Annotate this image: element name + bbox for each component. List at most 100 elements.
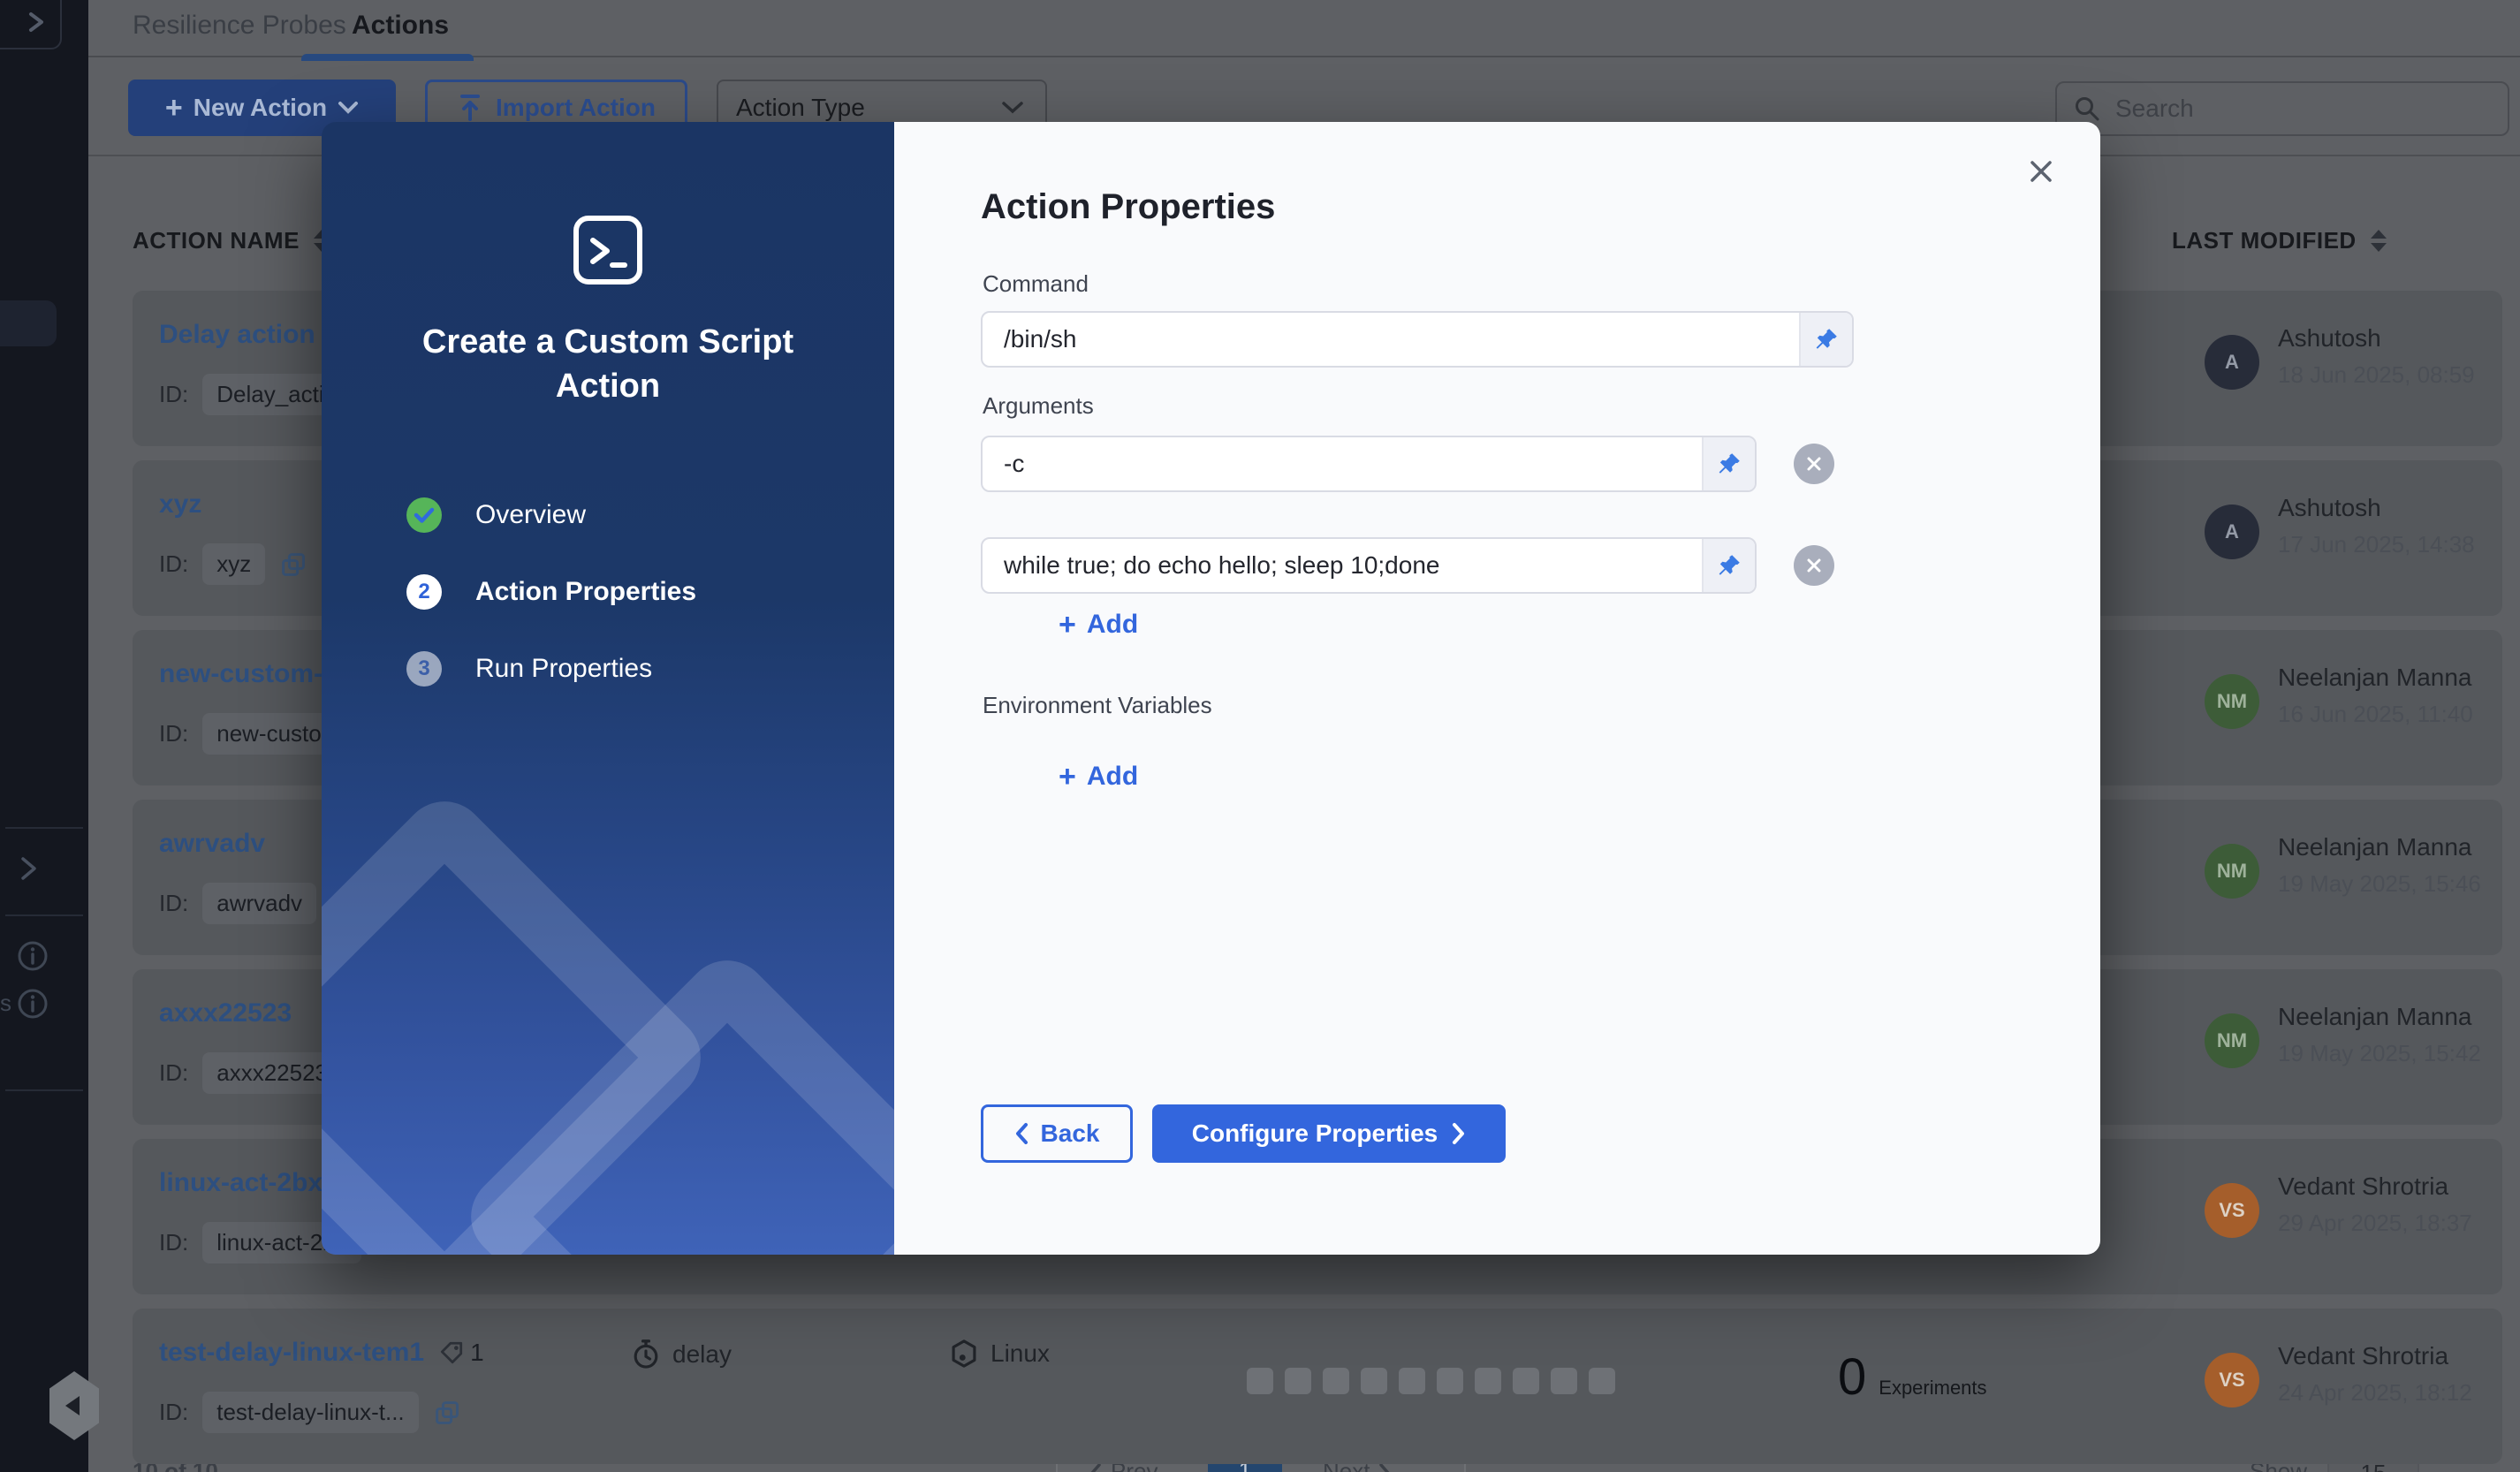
action-name-link[interactable]: linux-act-2bx — [159, 1168, 323, 1198]
avatar: NM — [2205, 674, 2259, 729]
chevron-left-icon — [1014, 1122, 1028, 1145]
copy-icon[interactable] — [279, 550, 307, 579]
modified-date: 24 Apr 2025, 18:12 — [2278, 1379, 2472, 1407]
close-icon[interactable] — [2022, 152, 2061, 191]
avatar: NM — [2205, 844, 2259, 899]
action-id-label: ID: — [159, 550, 188, 578]
app-screen: Resilience Probes Actions + New Action I… — [0, 0, 2520, 1472]
argument-input[interactable] — [983, 539, 1702, 592]
wizard-steps: Overview 2 Action Properties 3 Run Prope… — [406, 497, 696, 687]
pin-icon[interactable] — [1799, 313, 1852, 366]
command-field — [981, 311, 1854, 368]
avatar: VS — [2205, 1353, 2259, 1408]
modified-date: 16 Jun 2025, 11:40 — [2278, 701, 2473, 728]
sidebar-divider — [5, 827, 83, 829]
modified-by-name: Vedant Shrotria — [2278, 1172, 2448, 1201]
plus-icon: + — [1059, 611, 1076, 638]
upload-icon — [457, 93, 483, 123]
avatar: A — [2205, 505, 2259, 559]
modal-content: Action Properties Command Arguments — [894, 122, 2100, 1255]
modified-date: 17 Jun 2025, 14:38 — [2278, 531, 2475, 558]
environment-variables-label: Environment Variables — [983, 692, 1212, 719]
stopwatch-icon — [632, 1339, 660, 1370]
step-action-properties[interactable]: 2 Action Properties — [406, 574, 696, 610]
modified-by-name: Ashutosh — [2278, 324, 2381, 353]
action-name-link[interactable]: Delay action — [159, 320, 315, 350]
chevron-right-icon — [1452, 1122, 1466, 1145]
table-row[interactable]: test-delay-linux-tem1 1 ID: test-delay-l… — [133, 1309, 2502, 1464]
action-name-link[interactable]: awrvadv — [159, 829, 265, 859]
action-id-value: awrvadv — [202, 883, 316, 924]
action-id-label: ID: — [159, 890, 188, 917]
pin-icon[interactable] — [1702, 437, 1755, 490]
modified-by-name: Ashutosh — [2278, 494, 2381, 522]
configure-properties-button[interactable]: Configure Properties — [1152, 1104, 1506, 1163]
info-icon[interactable] — [17, 988, 49, 1020]
add-env-variable-button[interactable]: + Add — [1059, 762, 1138, 792]
tab-actions[interactable]: Actions — [352, 11, 449, 41]
action-id-value: xyz — [202, 543, 265, 585]
experiments-cell: 0 Experiments — [1838, 1347, 1987, 1407]
arguments-label: Arguments — [983, 392, 1094, 420]
command-input[interactable] — [983, 313, 1799, 366]
action-id-label: ID: — [159, 1229, 188, 1256]
tag-icon — [438, 1339, 465, 1366]
remove-argument-button[interactable] — [1794, 444, 1834, 484]
info-icon[interactable] — [17, 940, 49, 972]
avatar: VS — [2205, 1183, 2259, 1238]
experiments-label: Experiments — [1879, 1377, 1986, 1400]
active-tab-underline — [301, 54, 474, 61]
tag-count: 1 — [470, 1339, 484, 1367]
modified-date: 18 Jun 2025, 08:59 — [2278, 361, 2475, 389]
modified-by-name: Vedant Shrotria — [2278, 1342, 2448, 1370]
sidebar-divider — [5, 914, 83, 916]
action-type-label: delay — [672, 1340, 732, 1369]
step-number: 2 — [406, 574, 442, 610]
action-name-link[interactable]: axxx22523 — [159, 998, 292, 1028]
tab-resilience-probes[interactable]: Resilience Probes — [133, 11, 346, 41]
modal-sidebar: Create a Custom Script Action Overview 2… — [322, 122, 894, 1255]
chevron-right-icon[interactable] — [16, 854, 41, 884]
terminal-icon — [572, 214, 644, 286]
experiments-count: 0 — [1838, 1347, 1866, 1407]
column-header-action-name[interactable]: ACTION NAME — [133, 227, 330, 254]
sidebar-active-item[interactable] — [0, 300, 57, 346]
action-name-link[interactable]: test-delay-linux-tem1 — [159, 1338, 424, 1368]
column-header-last-modified[interactable]: LAST MODIFIED — [2172, 227, 2387, 254]
action-id-label: ID: — [159, 1399, 188, 1426]
os-label: Linux — [991, 1339, 1050, 1368]
copy-icon[interactable] — [433, 1399, 461, 1427]
modified-by-name: Neelanjan Manna — [2278, 664, 2472, 692]
argument-input[interactable] — [983, 437, 1702, 490]
skeleton-placeholders — [1247, 1368, 1615, 1394]
modified-by-name: Neelanjan Manna — [2278, 833, 2472, 861]
search-box[interactable] — [2055, 81, 2509, 136]
argument-field — [981, 436, 1757, 492]
step-number: 3 — [406, 651, 442, 687]
argument-field — [981, 537, 1757, 594]
chevron-down-icon — [338, 101, 359, 115]
remove-argument-button[interactable] — [1794, 545, 1834, 586]
back-button[interactable]: Back — [981, 1104, 1133, 1163]
search-input[interactable] — [2114, 94, 2492, 124]
plus-icon: + — [165, 91, 183, 125]
command-label: Command — [983, 270, 1089, 298]
step-run-properties[interactable]: 3 Run Properties — [406, 651, 696, 687]
action-id-label: ID: — [159, 381, 188, 408]
search-icon — [2073, 95, 2101, 123]
plus-icon: + — [1059, 763, 1076, 790]
modified-by-name: Neelanjan Manna — [2278, 1003, 2472, 1031]
sidebar-divider — [5, 1089, 83, 1091]
modal-heading: Action Properties — [981, 187, 1275, 227]
app-sidebar: s — [0, 0, 88, 1472]
action-name-link[interactable]: xyz — [159, 489, 201, 520]
modified-date: 19 May 2025, 15:42 — [2278, 1040, 2481, 1067]
sort-icon[interactable] — [2371, 230, 2387, 252]
step-overview[interactable]: Overview — [406, 497, 696, 533]
os-hexagon-icon — [950, 1339, 978, 1369]
action-type-cell: delay — [632, 1339, 732, 1370]
add-argument-button[interactable]: + Add — [1059, 610, 1138, 640]
avatar: NM — [2205, 1013, 2259, 1068]
pin-icon[interactable] — [1702, 539, 1755, 592]
sidebar-expand-button[interactable] — [0, 0, 62, 49]
